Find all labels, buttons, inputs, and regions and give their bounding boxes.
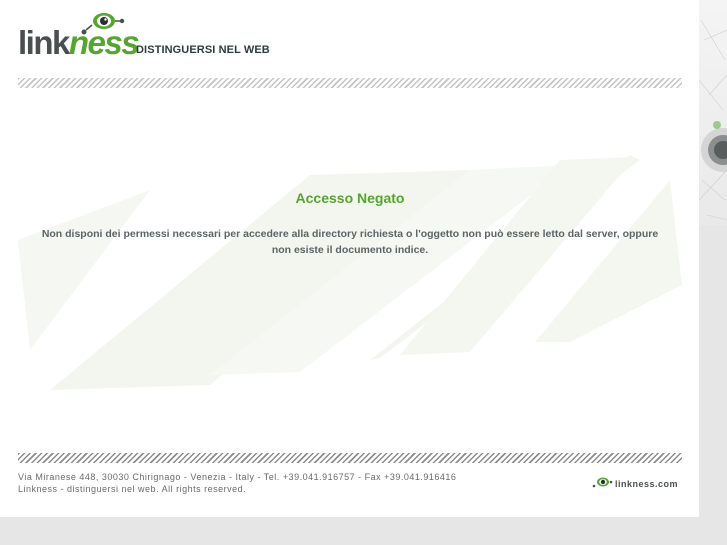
page: linkness DISTINGUERSI NEL WEB Accesso Ne…: [0, 0, 699, 517]
error-message-line-2: non esiste il documento indice.: [271, 244, 429, 256]
side-decoration-graphic: [699, 19, 727, 221]
side-decoration: [699, 0, 727, 225]
logo-text-main: link: [18, 24, 70, 61]
footer-logo-text: linkness.com: [615, 479, 679, 489]
main-content: Accesso Negato Non disponi dei permessi …: [18, 190, 682, 258]
eye-icon: [81, 13, 125, 35]
footer-address: Via Miranese 448, 30030 Chirignago - Ven…: [18, 471, 456, 495]
error-message-line-1: Non disponi dei permessi necessari per a…: [41, 228, 659, 240]
top-divider: [18, 78, 682, 88]
page-title: Accesso Negato: [295, 190, 405, 206]
error-message: Non disponi dei permessi necessari per a…: [18, 226, 682, 258]
header: linkness DISTINGUERSI NEL WEB: [18, 12, 678, 62]
footer-eye-icon: [592, 477, 613, 488]
footer-address-line-1: Via Miranese 448, 30030 Chirignago - Ven…: [18, 472, 457, 482]
tagline: DISTINGUERSI NEL WEB: [136, 44, 270, 56]
bottom-divider: [18, 453, 682, 463]
footer-address-line-2: Linkness - distinguersi nel web. All rig…: [18, 484, 247, 494]
